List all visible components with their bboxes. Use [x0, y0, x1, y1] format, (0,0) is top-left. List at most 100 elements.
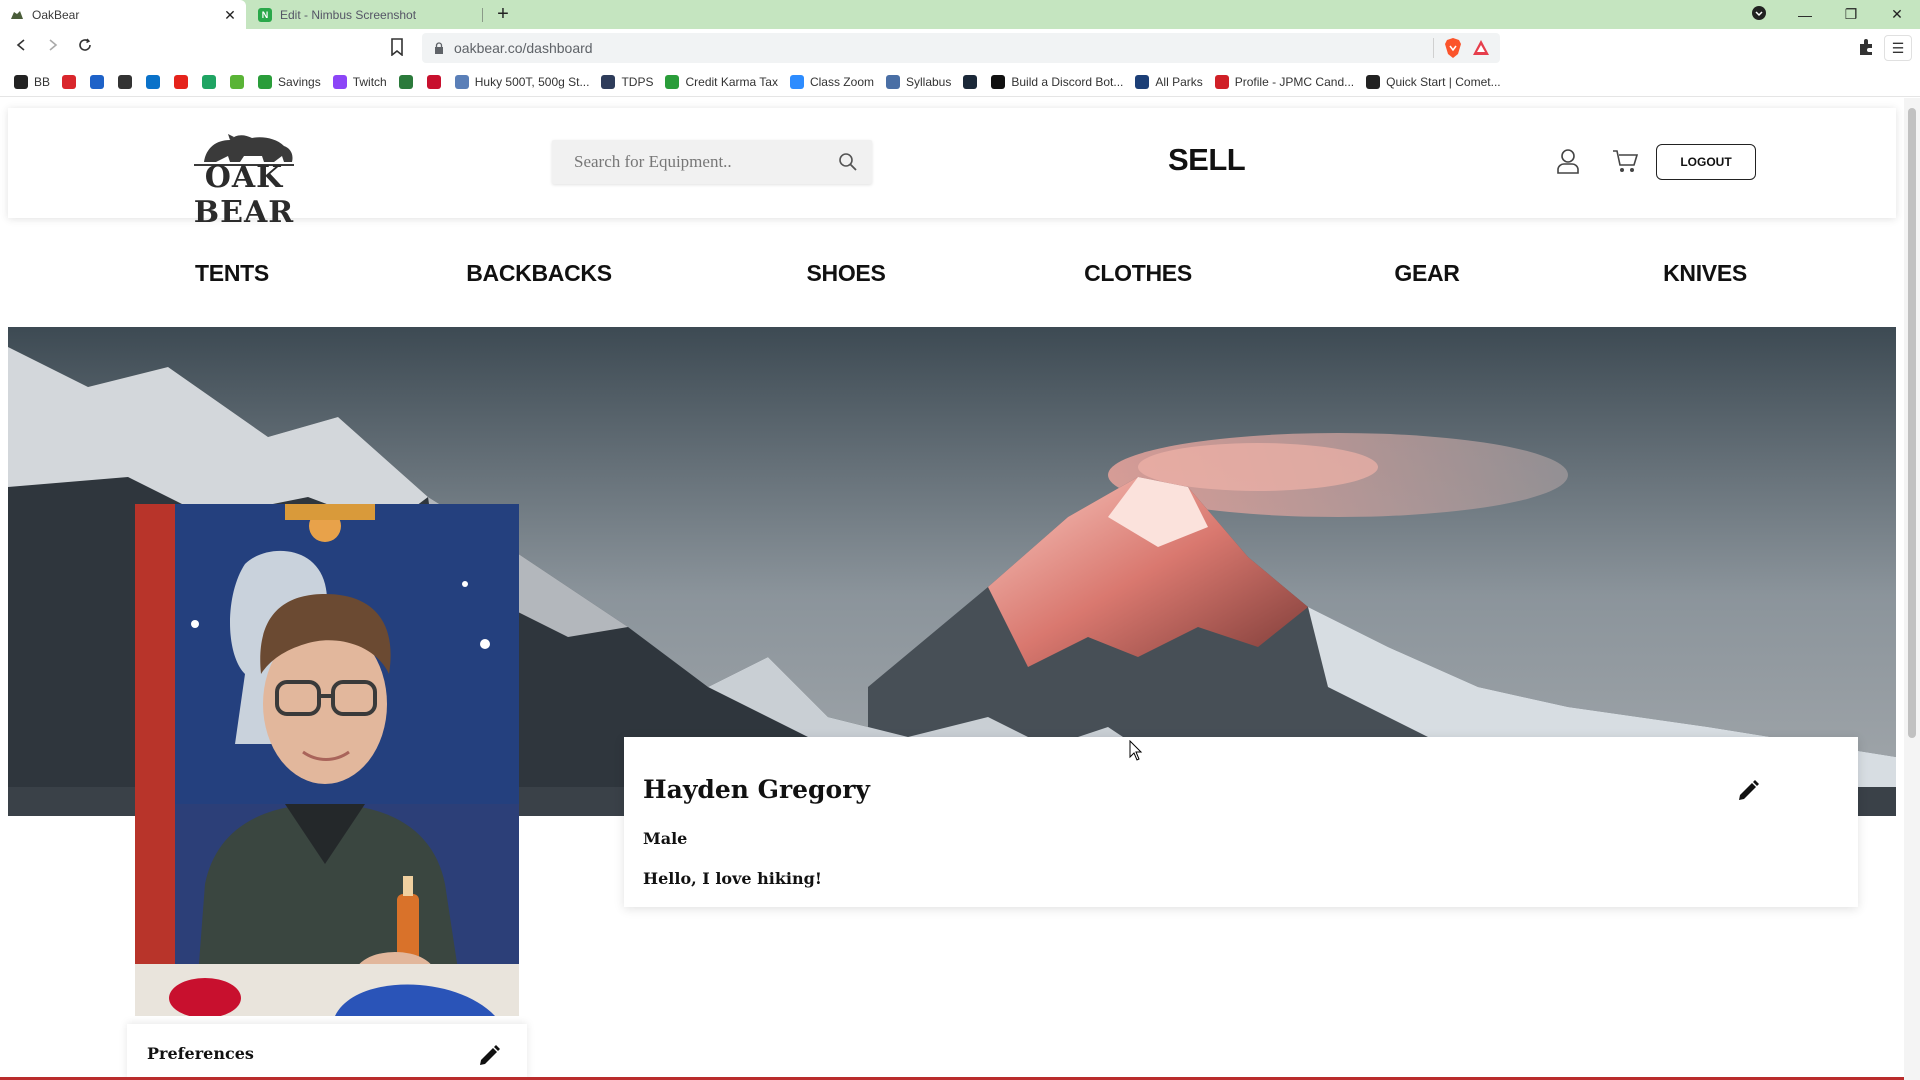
- nav-shoes[interactable]: SHOES: [806, 260, 885, 287]
- bookmark-item[interactable]: Credit Karma Tax: [665, 74, 778, 89]
- omnibox-divider: [1433, 38, 1434, 58]
- nav-tents[interactable]: TENTS: [195, 260, 269, 287]
- search-box: [552, 140, 872, 184]
- bookmark-item[interactable]: Twitch: [332, 74, 387, 89]
- preferences-card: Preferences: [127, 1024, 527, 1080]
- browser-toolbar: oakbear.co/dashboard ☰: [0, 29, 1920, 67]
- bookmark-item[interactable]: [118, 74, 138, 89]
- bookmark-item[interactable]: BB: [14, 74, 50, 89]
- brave-shields-icon[interactable]: [1444, 38, 1462, 58]
- tab-title: OakBear: [32, 7, 80, 22]
- bookmark-favicon-icon: [1366, 74, 1381, 89]
- bookmark-item[interactable]: [90, 74, 110, 89]
- bookmark-item[interactable]: [174, 74, 194, 89]
- tab-divider: [482, 8, 483, 22]
- bookmark-favicon-icon: [963, 74, 978, 89]
- profile-gender: Male: [643, 829, 688, 848]
- bookmark-favicon-icon: [90, 74, 105, 89]
- bookmark-favicon-icon: [174, 74, 189, 89]
- bookmark-item[interactable]: All Parks: [1135, 74, 1203, 89]
- bookmark-label: Profile - JPMC Cand...: [1234, 74, 1355, 89]
- oakbear-favicon-icon: [10, 8, 24, 22]
- scrollbar-thumb[interactable]: [1908, 108, 1916, 738]
- minimize-icon[interactable]: —: [1782, 7, 1828, 23]
- search-input[interactable]: [552, 140, 832, 184]
- forward-icon[interactable]: [42, 37, 64, 59]
- shopping-cart-icon[interactable]: [1612, 149, 1639, 173]
- oak-bear-logo[interactable]: OAK BEAR: [164, 126, 324, 230]
- bookmark-favicon-icon: [258, 74, 273, 89]
- bookmark-label: Syllabus: [905, 74, 952, 89]
- bookmark-favicon-icon: [1135, 74, 1150, 89]
- profile-info-card: Hayden Gregory Male Hello, I love hiking…: [624, 737, 1858, 907]
- bookmarks-bar: BB Savings Twitch Huky 500T, 500g St... TDPS…: [0, 67, 1920, 97]
- search-icon[interactable]: [838, 152, 858, 172]
- nav-backbacks[interactable]: BACKBACKS: [466, 260, 612, 287]
- bookmark-page-icon[interactable]: [390, 38, 406, 57]
- bookmark-item[interactable]: Build a Discord Bot...: [991, 74, 1123, 89]
- brave-rewards-icon[interactable]: [1472, 39, 1490, 57]
- lock-icon: [434, 41, 444, 54]
- back-icon[interactable]: [10, 37, 32, 59]
- nav-knives[interactable]: KNIVES: [1663, 260, 1747, 287]
- bookmark-favicon-icon: [1214, 74, 1229, 89]
- edit-preferences-pencil-icon[interactable]: [477, 1044, 501, 1068]
- bookmark-item[interactable]: [146, 74, 166, 89]
- window-controls: — ❐ ✕: [1736, 0, 1920, 29]
- bookmark-favicon-icon: [789, 74, 804, 89]
- bookmark-item[interactable]: [62, 74, 82, 89]
- extensions-icon[interactable]: [1856, 38, 1876, 58]
- bookmark-item[interactable]: [202, 74, 222, 89]
- mouse-cursor-icon: [1129, 739, 1143, 762]
- bookmark-item[interactable]: Huky 500T, 500g St...: [454, 74, 590, 89]
- new-tab-icon[interactable]: +: [492, 3, 514, 25]
- bookmark-item[interactable]: Savings: [258, 74, 321, 89]
- bookmark-favicon-icon: [62, 74, 77, 89]
- preferences-title: Preferences: [147, 1044, 254, 1063]
- restore-icon[interactable]: ❐: [1828, 6, 1874, 23]
- bookmark-favicon-icon: [14, 74, 28, 89]
- close-tab-icon[interactable]: ✕: [222, 7, 238, 23]
- bookmark-label: Huky 500T, 500g St...: [474, 74, 590, 89]
- edit-profile-pencil-icon[interactable]: [1736, 779, 1760, 803]
- bookmark-item[interactable]: TDPS: [601, 74, 653, 89]
- bookmark-favicon-icon: [230, 74, 245, 89]
- profile-dropdown-icon[interactable]: [1736, 6, 1782, 23]
- bookmark-label: Savings: [278, 74, 321, 89]
- profile-bio: Hello, I love hiking!: [643, 869, 822, 888]
- tab-nimbus[interactable]: N Edit - Nimbus Screenshot: [248, 0, 484, 29]
- bookmark-item[interactable]: [426, 74, 447, 89]
- nav-gear[interactable]: GEAR: [1394, 260, 1460, 287]
- bookmark-favicon-icon: [454, 74, 469, 89]
- bookmark-favicon-icon: [332, 74, 347, 89]
- bookmark-item[interactable]: Class Zoom: [789, 74, 874, 89]
- browser-menu-icon[interactable]: ☰: [1884, 35, 1912, 61]
- bookmark-item[interactable]: Syllabus: [885, 74, 952, 89]
- close-window-icon[interactable]: ✕: [1874, 6, 1920, 23]
- tab-title: Edit - Nimbus Screenshot: [280, 7, 417, 22]
- profile-name: Hayden Gregory: [643, 775, 870, 804]
- user-account-icon[interactable]: [1556, 148, 1580, 174]
- address-bar[interactable]: oakbear.co/dashboard: [422, 33, 1500, 63]
- bookmark-favicon-icon: [991, 74, 1006, 89]
- bookmark-label: All Parks: [1155, 74, 1203, 89]
- nav-clothes[interactable]: CLOTHES: [1084, 260, 1192, 287]
- site-header: OAK BEAR SELL LOGOUT: [8, 108, 1896, 230]
- bookmark-favicon-icon: [426, 74, 441, 89]
- bookmark-item[interactable]: [963, 74, 983, 89]
- tab-oakbear[interactable]: OakBear ✕: [0, 0, 246, 29]
- reload-icon[interactable]: [74, 37, 96, 59]
- bookmark-favicon-icon: [601, 74, 616, 89]
- logout-button[interactable]: LOGOUT: [1656, 144, 1756, 180]
- bookmark-label: Class Zoom: [809, 74, 874, 89]
- bookmark-item[interactable]: Quick Start | Comet...: [1366, 74, 1501, 89]
- sell-link[interactable]: SELL: [1168, 142, 1246, 178]
- logo-text: OAK BEAR: [193, 160, 295, 230]
- bookmark-item[interactable]: Profile - JPMC Cand...: [1214, 74, 1355, 89]
- bookmark-item[interactable]: [398, 74, 419, 89]
- nimbus-favicon-icon: N: [258, 7, 272, 22]
- url-text: oakbear.co/dashboard: [454, 40, 593, 56]
- bookmark-favicon-icon: [202, 74, 217, 89]
- bookmark-label: Credit Karma Tax: [685, 74, 778, 89]
- bookmark-item[interactable]: [230, 74, 250, 89]
